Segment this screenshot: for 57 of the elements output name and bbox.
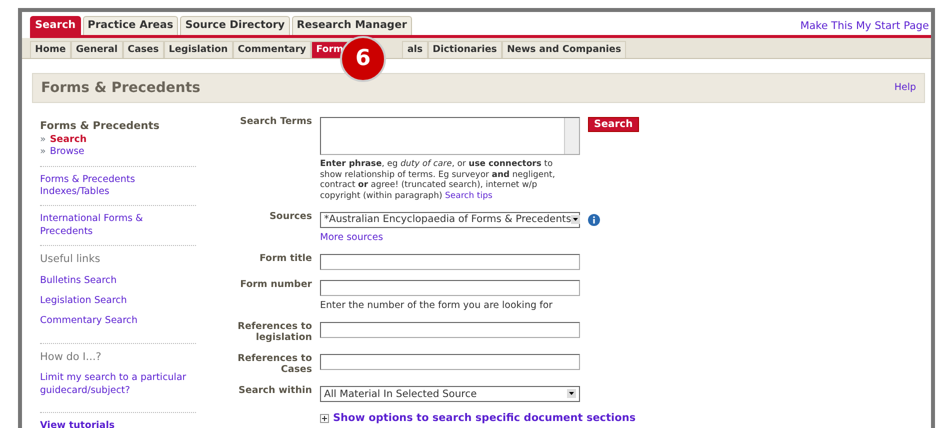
dropdown-value: All Material In Selected Source bbox=[324, 388, 477, 401]
main-tab[interactable]: Search bbox=[30, 16, 81, 35]
main-tab[interactable]: Research Manager bbox=[292, 16, 412, 35]
sidebar-heading: Useful links bbox=[40, 252, 102, 267]
caret-icon bbox=[571, 213, 580, 226]
field-label: Search Terms bbox=[239, 117, 312, 130]
more-sources-link[interactable]: More sources bbox=[320, 232, 600, 244]
field-label: Form title bbox=[258, 254, 312, 266]
field-label: Form number bbox=[239, 280, 312, 292]
text-field[interactable] bbox=[320, 322, 580, 338]
sidebar-heading: How do I...? bbox=[40, 350, 102, 364]
page-title: Forms & Precedents bbox=[41, 78, 200, 98]
sidebar-link[interactable]: Commentary Search bbox=[40, 315, 196, 328]
sub-tab[interactable]: Legislation bbox=[164, 40, 233, 58]
search-tips-link[interactable]: Search tips bbox=[444, 191, 492, 202]
text-field[interactable] bbox=[320, 354, 580, 370]
sub-tab[interactable]: Form bbox=[311, 40, 348, 58]
text-field[interactable] bbox=[320, 254, 580, 270]
help-link[interactable]: Help bbox=[894, 82, 916, 94]
search-hint: Enter phrase, eg duty of care, or use connectors to show relationship of terms. Eg surveyor and negligent, contract or agree! (truncated search), internet w/p copyright (within paragraph) Search tips bbox=[320, 159, 556, 202]
plus-icon[interactable] bbox=[320, 414, 329, 424]
field-label: Sources bbox=[268, 212, 312, 224]
sub-tab[interactable]: Cases bbox=[122, 40, 164, 58]
main-tab[interactable]: Practice Areas bbox=[82, 16, 178, 35]
scrollbar bbox=[564, 118, 579, 154]
dropdown[interactable]: All Material In Selected Source bbox=[320, 386, 580, 402]
field-label: Search within bbox=[238, 386, 312, 398]
sidebar-link[interactable]: Bulletins Search bbox=[40, 274, 196, 287]
field-note: Enter the number of the form you are looking for bbox=[320, 300, 554, 312]
sub-tab[interactable]: News and Companies bbox=[502, 40, 626, 58]
field-label: References to Cases bbox=[236, 354, 312, 376]
dropdown[interactable]: *Australian Encyclopaedia of Forms & Precedents bbox=[320, 212, 580, 228]
sidebar-link[interactable]: View tutorials bbox=[40, 420, 196, 428]
info-icon[interactable] bbox=[588, 214, 600, 226]
sidebar-link[interactable]: Browse bbox=[50, 146, 84, 158]
dropdown-value: *Australian Encyclopaedia of Forms & Precedents bbox=[324, 213, 572, 226]
field-label: References to legislation bbox=[236, 322, 312, 344]
sidebar-heading: Forms & Precedents bbox=[40, 120, 161, 134]
sub-tab[interactable]: als bbox=[402, 40, 428, 58]
sidebar-link[interactable]: Forms & Precedents Indexes/Tables bbox=[40, 174, 196, 198]
caret-icon bbox=[567, 388, 576, 401]
start-page-link[interactable]: Make This My Start Page bbox=[800, 20, 929, 34]
search-terms-field[interactable] bbox=[320, 117, 580, 156]
show-options-link[interactable]: Show options to search specific document sections bbox=[333, 412, 636, 426]
sub-tab[interactable]: Home bbox=[30, 40, 71, 58]
main-tab[interactable]: Source Directory bbox=[180, 16, 290, 35]
sidebar-link[interactable]: Legislation Search bbox=[40, 294, 196, 308]
bullet-mark: » bbox=[40, 134, 46, 146]
sub-tab[interactable]: General bbox=[70, 40, 123, 58]
sub-tab[interactable]: Dictionaries bbox=[428, 40, 502, 58]
search-button[interactable]: Search bbox=[588, 117, 639, 132]
bullet-mark: » bbox=[40, 146, 46, 158]
sidebar-link[interactable]: International Forms & Precedents bbox=[40, 213, 196, 238]
text-field[interactable] bbox=[320, 280, 580, 296]
sidebar-link[interactable]: Limit my search to a particular guidecard/subject? bbox=[40, 372, 196, 397]
sidebar-link[interactable]: Search bbox=[50, 134, 87, 146]
sub-tab[interactable]: Commentary bbox=[232, 40, 312, 58]
